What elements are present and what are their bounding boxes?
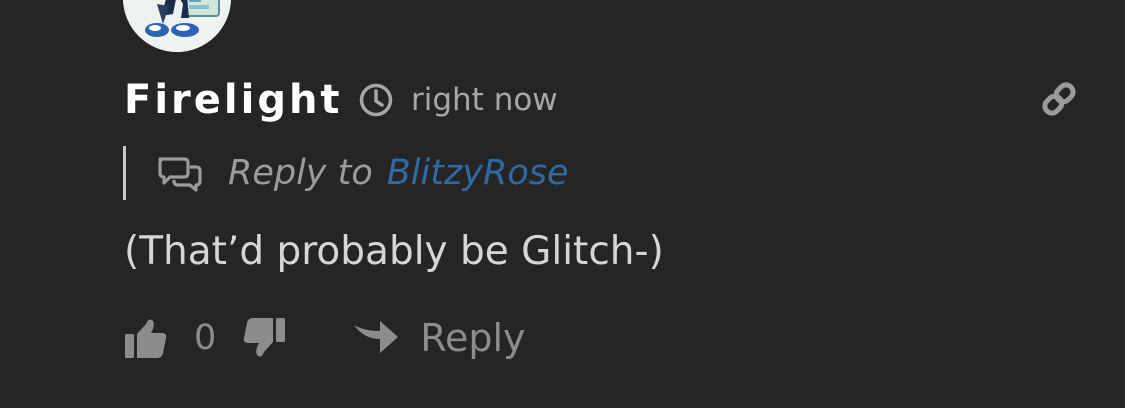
speech-bubbles-icon [158,157,202,192]
thumbs-down-icon[interactable] [242,316,286,360]
reply-to-quote: Reply to BlitzyRose [123,146,569,200]
permalink-button[interactable] [1040,80,1078,118]
reply-target-user[interactable]: BlitzyRose [387,153,569,193]
clock-icon [359,83,393,117]
link-icon [1042,82,1076,116]
timestamp: right now [358,78,558,122]
comment-text: (That’d probably be Glitch-) [124,229,664,274]
share-arrow-icon [354,321,399,353]
comment-actions: 0 Reply [124,312,526,364]
avatar-image [123,0,231,52]
avatar[interactable] [123,0,231,52]
reply-to-label: Reply to [228,153,373,193]
author-name[interactable]: Firelight [124,74,343,126]
comment-card: Firelight right now Reply to BlitzyRose … [0,0,1125,408]
thumbs-up-icon[interactable] [124,316,168,360]
reply-button[interactable]: Reply [352,316,526,360]
timestamp-label: right now [411,82,558,118]
vote-count: 0 [194,318,217,358]
reply-button-label: Reply [420,316,526,360]
